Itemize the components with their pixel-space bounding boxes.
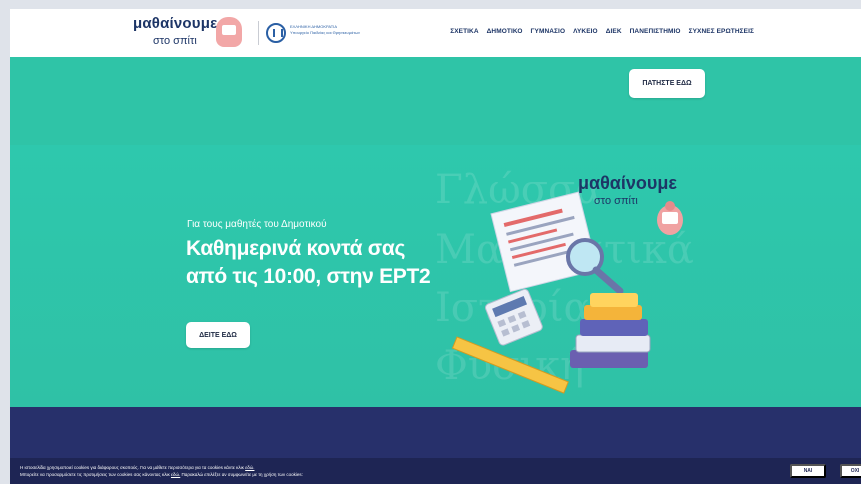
watch-here-button[interactable]: ΔΕΙΤΕ ΕΔΩ — [186, 322, 250, 348]
nav-sxetika[interactable]: ΣΧΕΤΙΚΑ — [450, 28, 478, 35]
click-here-button[interactable]: ΠΑΤΗΣΤΕ ΕΔΩ — [629, 69, 705, 98]
cookie-consent-bar: Η ιστοσελίδα χρησιμοποιεί cookies για δι… — [10, 458, 861, 484]
ministry-line2: Υπουργείο Παιδείας και Θρησκευμάτων — [290, 30, 360, 35]
ruler-icon — [451, 336, 569, 394]
stay-home-badge-icon — [216, 17, 242, 47]
nav-diek[interactable]: ΔΙΕΚ — [606, 28, 622, 35]
nav-faq[interactable]: ΣΥΧΝΕΣ ΕΡΩΤΗΣΕΙΣ — [689, 28, 754, 35]
nav-gymnasio[interactable]: ΓΥΜΝΑΣΙΟ — [531, 28, 566, 35]
logo-text-line1: μαθαίνουμε — [133, 15, 218, 32]
cookie-text-line2: Μπορείτε να προσαρμόσετε τις προτιμήσεις… — [20, 472, 170, 477]
hero-banner: Γλώσσα Μαθηματικά Ιστορία Φυσική Για του… — [10, 145, 861, 407]
nav-dimotiko[interactable]: ΔΗΜΟΤΙΚΟ — [487, 28, 523, 35]
cookie-decline-button[interactable]: ΟΧΙ — [840, 464, 861, 478]
magnifier-icon — [566, 238, 624, 295]
cookie-info-link[interactable]: εδώ. — [245, 465, 254, 470]
page-frame: μαθαίνουμε στο σπίτι ΕΛΛΗΝΙΚΗ ΔΗΜΟΚΡΑΤΙΑ… — [10, 9, 861, 484]
nav-panepistimio[interactable]: ΠΑΝΕΠΙΣΤΗΜΙΟ — [630, 28, 681, 35]
ministry-label: ΕΛΛΗΝΙΚΗ ΔΗΜΟΚΡΑΤΙΑ Υπουργείο Παιδείας κ… — [290, 24, 380, 36]
greek-republic-emblem-icon — [266, 23, 286, 43]
logo-text-line2: στο σπίτι — [153, 35, 197, 47]
nav-lykeio[interactable]: ΛΥΚΕΙΟ — [573, 28, 598, 35]
cookie-preferences-link[interactable]: εδώ. — [171, 472, 180, 477]
hero-title-line2: από τις 10:00, στην ΕΡΤ2 — [186, 265, 431, 288]
books-stack-icon — [570, 293, 651, 368]
hero-badge-icon — [657, 201, 683, 235]
cookie-accept-button[interactable]: ΝΑΙ — [790, 464, 826, 478]
hero-logo-line1: μαθαίνουμε — [578, 173, 677, 193]
hero-title: Καθημερινά κοντά σας από τις 10:00, στην… — [186, 235, 466, 291]
hero-subtitle: Για τους μαθητές του Δημοτικού — [187, 219, 327, 230]
main-nav: ΣΧΕΤΙΚΑ ΔΗΜΟΤΙΚΟ ΓΥΜΝΑΣΙΟ ΛΥΚΕΙΟ ΔΙΕΚ ΠΑ… — [450, 28, 754, 35]
site-header: μαθαίνουμε στο σπίτι ΕΛΛΗΝΙΚΗ ΔΗΜΟΚΡΑΤΙΑ… — [10, 9, 861, 57]
hero-logo-line2: στο σπίτι — [594, 195, 638, 207]
cookie-text-line1: Η ιστοσελίδα χρησιμοποιεί cookies για δι… — [20, 465, 244, 470]
cookie-message: Η ιστοσελίδα χρησιμοποιεί cookies για δι… — [20, 464, 620, 478]
cookie-text-line2b: Παρακαλώ επιλέξτε αν συμφωνείτε με τη χρ… — [181, 472, 303, 477]
announcement-band: ΠΑΤΗΣΤΕ ΕΔΩ — [10, 57, 861, 145]
hero-title-line1: Καθημερινά κοντά σας — [186, 237, 406, 260]
calculator-icon — [485, 288, 543, 346]
hero-logo: μαθαίνουμε στο σπίτι — [578, 173, 718, 233]
header-divider — [258, 21, 259, 45]
